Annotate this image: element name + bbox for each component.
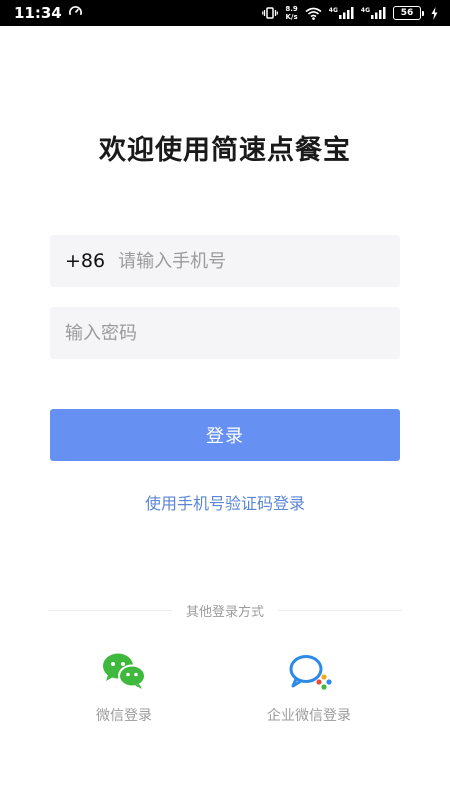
phone-input[interactable] bbox=[118, 250, 385, 272]
phone-field[interactable]: +86 bbox=[50, 235, 400, 287]
password-field[interactable] bbox=[50, 307, 400, 359]
wechat-login-label: 微信登录 bbox=[96, 708, 152, 724]
wechat-login-button[interactable]: 微信登录 bbox=[54, 652, 194, 725]
status-bar: 11:34 8.9 K/s 4G 4G 56 bbox=[0, 0, 450, 26]
other-login-divider: 其他登录方式 bbox=[48, 600, 403, 620]
signal-group-1: 4G bbox=[329, 7, 354, 19]
network-speed-unit: K/s bbox=[285, 13, 298, 21]
status-bar-left: 11:34 bbox=[14, 4, 83, 23]
sms-login-link[interactable]: 使用手机号验证码登录 bbox=[0, 490, 450, 514]
wework-login-button[interactable]: 企业微信登录 bbox=[239, 652, 379, 725]
battery-icon: 56 bbox=[393, 6, 424, 20]
status-bar-right: 8.9 K/s 4G 4G 56 bbox=[262, 5, 438, 21]
cell-signal-icon bbox=[338, 7, 354, 19]
speedometer-icon bbox=[68, 4, 83, 23]
vibrate-icon bbox=[262, 7, 279, 19]
charging-icon bbox=[431, 6, 438, 20]
cell-signal-icon bbox=[371, 7, 386, 19]
wework-icon bbox=[289, 655, 332, 690]
network-speed-value: 8.9 bbox=[285, 5, 298, 13]
password-input[interactable] bbox=[65, 322, 385, 344]
battery-level: 56 bbox=[393, 6, 421, 20]
page-title: 欢迎使用简速点餐宝 bbox=[99, 135, 351, 166]
network-speed: 8.9 K/s bbox=[285, 5, 297, 21]
country-code[interactable]: +86 bbox=[65, 250, 105, 272]
wechat-icon bbox=[103, 653, 146, 689]
login-button[interactable]: 登录 bbox=[50, 409, 400, 461]
signal-group-2: 4G bbox=[361, 7, 386, 19]
wifi-icon bbox=[305, 7, 322, 20]
network-type-label: 4G bbox=[360, 7, 370, 14]
divider-line-right bbox=[278, 609, 403, 611]
battery-cap bbox=[422, 10, 424, 16]
network-type-label: 4G bbox=[328, 7, 338, 14]
other-login-title: 其他登录方式 bbox=[186, 604, 265, 620]
status-time: 11:34 bbox=[14, 4, 62, 22]
wework-login-label: 企业微信登录 bbox=[267, 708, 351, 724]
divider-line-left bbox=[48, 609, 172, 611]
